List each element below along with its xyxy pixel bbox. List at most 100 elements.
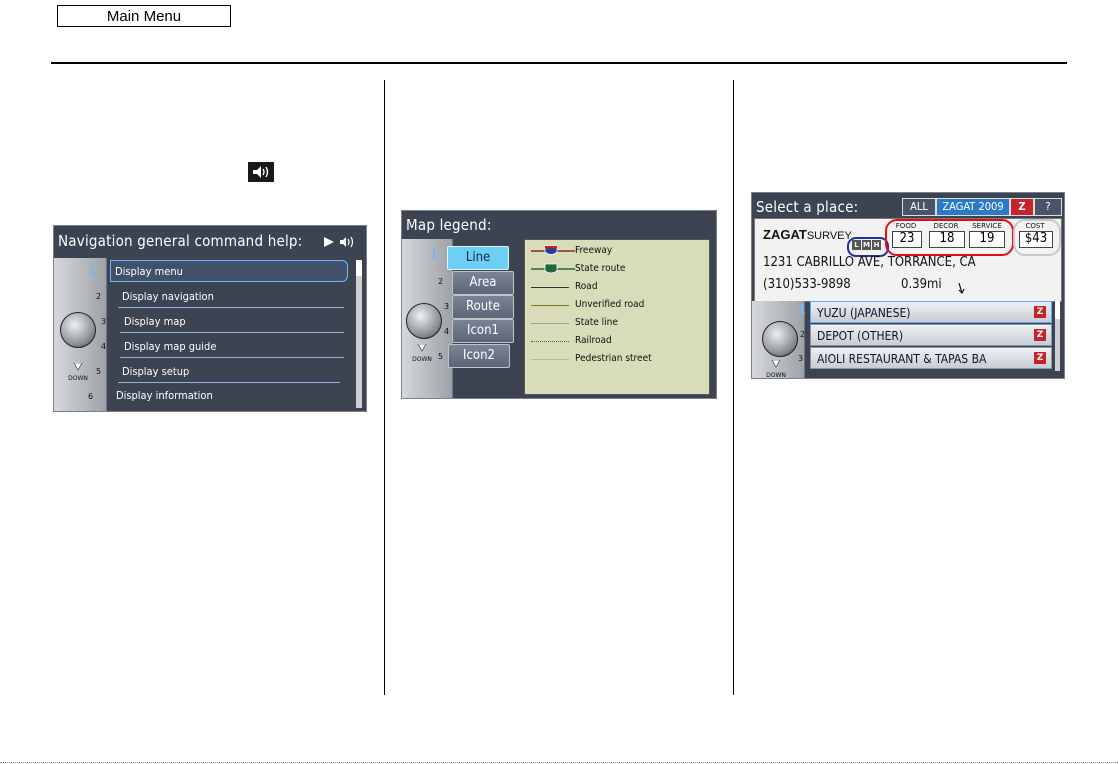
talk-button-icon xyxy=(248,162,274,182)
zagat-badge-2: Z xyxy=(1034,329,1046,341)
menu-item-display-navigation[interactable]: Display navigation xyxy=(118,286,344,308)
state-route-shield-icon xyxy=(531,263,575,274)
item-num-3: 3 xyxy=(101,317,107,326)
cost-value: $43 xyxy=(1019,231,1053,248)
result-yuzu[interactable]: YUZU (JAPANESE) xyxy=(810,301,1052,323)
item-num-1: 1 xyxy=(88,264,97,279)
zagat-badge-3: Z xyxy=(1034,352,1046,364)
place-phone: (310)533-9898 xyxy=(763,277,851,292)
decor-score: 18 xyxy=(929,231,965,248)
legend-unverified-road: Unverified road xyxy=(531,296,652,314)
state-line-swatch xyxy=(531,322,569,324)
tab-icon2[interactable]: Icon2 xyxy=(448,344,510,368)
tab-route[interactable]: Route xyxy=(452,295,514,319)
price-level: L M H xyxy=(852,240,881,250)
menu-item-display-setup[interactable]: Display setup xyxy=(118,361,340,383)
road-line-swatch xyxy=(531,286,569,288)
tab-icon1[interactable]: Icon1 xyxy=(452,319,514,343)
down-label-2: DOWN xyxy=(412,356,432,363)
item-num-2: 2 xyxy=(96,292,102,301)
legend-state-line: State line xyxy=(531,314,652,332)
direction-arrow-icon xyxy=(957,279,965,298)
result-label-depot: DEPOT (OTHER) xyxy=(817,329,904,343)
result-num-3: 3 xyxy=(798,354,804,363)
column-divider-1 xyxy=(384,80,385,695)
scrollbar-thumb-3[interactable] xyxy=(1055,301,1060,319)
down-label: DOWN xyxy=(68,375,88,382)
main-menu-button[interactable]: Main Menu xyxy=(57,5,231,27)
price-level-h: H xyxy=(872,240,881,250)
header-divider xyxy=(51,62,1067,64)
menu-item-display-menu[interactable]: Display menu xyxy=(110,260,348,282)
legend-label-unverified-road: Unverified road xyxy=(575,299,645,310)
down-indicator-2: DOWN xyxy=(412,337,432,363)
food-score: 23 xyxy=(892,231,922,248)
tab-zagat-z[interactable]: Z xyxy=(1010,198,1034,216)
cost-head: COST xyxy=(1025,222,1045,230)
map-legend-title: Map legend: xyxy=(406,216,492,234)
legend-pedestrian-street: Pedestrian street xyxy=(531,350,652,368)
column-divider-2 xyxy=(733,80,734,695)
item-num-4: 4 xyxy=(101,342,107,351)
play-voice-icon xyxy=(322,234,358,253)
menu-item-display-map-guide[interactable]: Display map guide xyxy=(120,336,344,358)
nav-help-title: Navigation general command help: xyxy=(58,232,303,250)
price-level-l: L xyxy=(852,240,861,250)
place-distance: 0.39mi xyxy=(901,277,942,292)
tab-num-2: 2 xyxy=(438,277,444,286)
scrollbar-thumb[interactable] xyxy=(356,260,362,276)
legend-label-freeway: Freeway xyxy=(575,245,613,256)
tab-line[interactable]: Line xyxy=(447,246,509,270)
legend-freeway: Freeway xyxy=(531,242,652,260)
legend-label-road: Road xyxy=(575,281,598,292)
freeway-shield-icon xyxy=(531,245,575,255)
tab-num-5: 5 xyxy=(438,352,444,361)
zagat-badge-1: Z xyxy=(1034,306,1046,318)
tab-area[interactable]: Area xyxy=(452,271,514,295)
unverified-road-line-swatch xyxy=(531,304,569,306)
food-score-head: FOOD xyxy=(895,222,917,230)
tab-all[interactable]: ALL xyxy=(902,198,936,216)
zagat-brand-suffix: SURVEY xyxy=(806,230,852,242)
legend-label-pedestrian-street: Pedestrian street xyxy=(575,353,652,364)
tab-zagat-2009[interactable]: ZAGAT 2009 xyxy=(936,198,1010,216)
place-address: 1231 CABRILLO AVE, TORRANCE, CA xyxy=(763,255,976,270)
down-indicator: DOWN xyxy=(68,356,88,382)
item-num-6: 6 xyxy=(88,392,94,401)
result-num-2: 2 xyxy=(800,330,806,339)
interface-knob[interactable] xyxy=(60,312,96,348)
result-aioli[interactable]: AIOLI RESTAURANT & TAPAS BA xyxy=(810,347,1052,369)
down-label-3: DOWN xyxy=(766,372,786,379)
scrollbar-3[interactable] xyxy=(1055,301,1060,371)
price-level-m: M xyxy=(862,240,871,250)
interface-knob-3[interactable] xyxy=(762,321,798,357)
tab-help[interactable]: ? xyxy=(1034,198,1062,216)
scrollbar[interactable] xyxy=(356,260,362,408)
map-legend-screen: Map legend: DOWN 1 2 3 4 5 Line Area Rou… xyxy=(401,210,717,399)
menu-item-display-information[interactable]: Display information xyxy=(112,385,340,407)
legend-label-state-line: State line xyxy=(575,317,618,328)
service-score: 19 xyxy=(969,231,1005,248)
item-num-5: 5 xyxy=(96,367,102,376)
legend-label-railroad: Railroad xyxy=(575,335,612,346)
zagat-brand: ZAGATSURVEY xyxy=(763,227,852,242)
interface-knob-2[interactable] xyxy=(406,303,442,339)
down-indicator-3: DOWN xyxy=(766,353,786,379)
tab-num-1: 1 xyxy=(430,247,439,262)
legend-road: Road xyxy=(531,278,652,296)
result-depot[interactable]: DEPOT (OTHER) xyxy=(810,324,1052,346)
result-label-aioli: AIOLI RESTAURANT & TAPAS BA xyxy=(817,352,987,366)
result-num-1: 1 xyxy=(798,303,807,318)
bottom-dotted-line xyxy=(0,762,1118,763)
result-label-yuzu: YUZU (JAPANESE) xyxy=(817,306,911,320)
legend-label-state-route: State route xyxy=(575,263,626,274)
select-place-screen: Select a place: ALL ZAGAT 2009 Z ? ZAGAT… xyxy=(751,192,1065,379)
nav-help-screen: Navigation general command help: DOWN 1 … xyxy=(53,225,367,412)
pedestrian-street-line-swatch xyxy=(531,358,569,360)
tab-num-4: 4 xyxy=(444,327,450,336)
service-score-head: SERVICE xyxy=(972,222,1002,230)
legend-box: Freeway State route Road Unverified road… xyxy=(524,239,710,395)
tab-num-3: 3 xyxy=(444,302,450,311)
menu-item-display-map[interactable]: Display map xyxy=(120,311,344,333)
legend-list: Freeway State route Road Unverified road… xyxy=(531,242,652,368)
